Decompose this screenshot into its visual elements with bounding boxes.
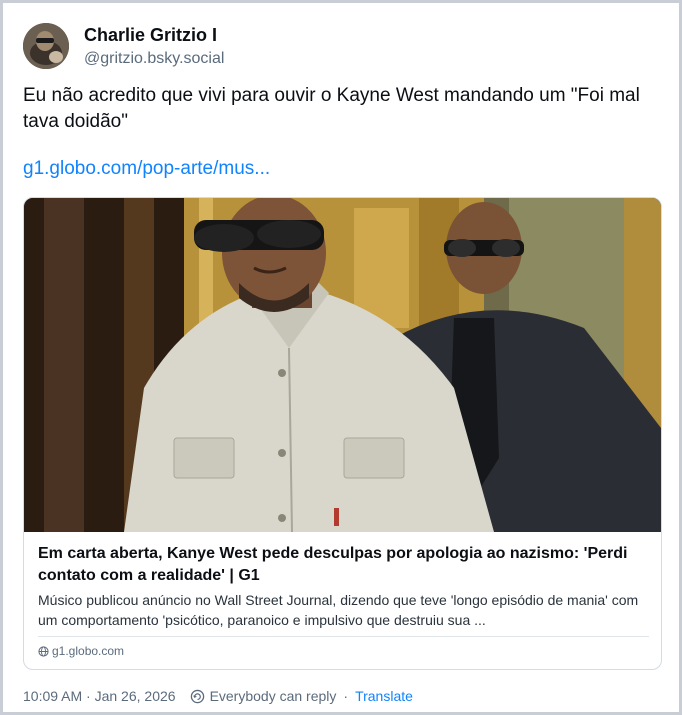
globe-icon — [38, 645, 49, 657]
reply-setting-label[interactable]: Everybody can reply — [210, 688, 337, 704]
avatar[interactable] — [23, 23, 69, 69]
post-meta: 10:09 AM · Jan 26, 2026 Everybody can re… — [23, 688, 413, 704]
author-handle[interactable]: @gritzio.bsky.social — [84, 50, 224, 68]
link-preview-image — [24, 198, 661, 532]
post-timestamp[interactable]: 10:09 AM · Jan 26, 2026 — [23, 688, 176, 704]
link-preview-description: Músico publicou anúncio no Wall Street J… — [38, 592, 639, 628]
author-display-name[interactable]: Charlie Gritzio I — [84, 25, 217, 46]
post-frame: Charlie Gritzio I @gritzio.bsky.social E… — [0, 0, 682, 715]
reply-restriction-icon — [190, 689, 204, 703]
post-text: Eu não acredito que vivi para ouvir o Ka… — [23, 85, 640, 132]
link-preview-card[interactable]: Em carta aberta, Kanye West pede desculp… — [23, 197, 662, 670]
link-preview-domain-text: g1.globo.com — [52, 644, 125, 658]
translate-link[interactable]: Translate — [355, 688, 413, 704]
card-divider — [38, 636, 649, 637]
post-link[interactable]: g1.globo.com/pop-arte/mus... — [23, 158, 270, 180]
link-preview-domain: g1.globo.com — [38, 644, 124, 658]
meta-separator: · — [343, 688, 349, 704]
link-preview-title[interactable]: Em carta aberta, Kanye West pede desculp… — [38, 543, 648, 587]
